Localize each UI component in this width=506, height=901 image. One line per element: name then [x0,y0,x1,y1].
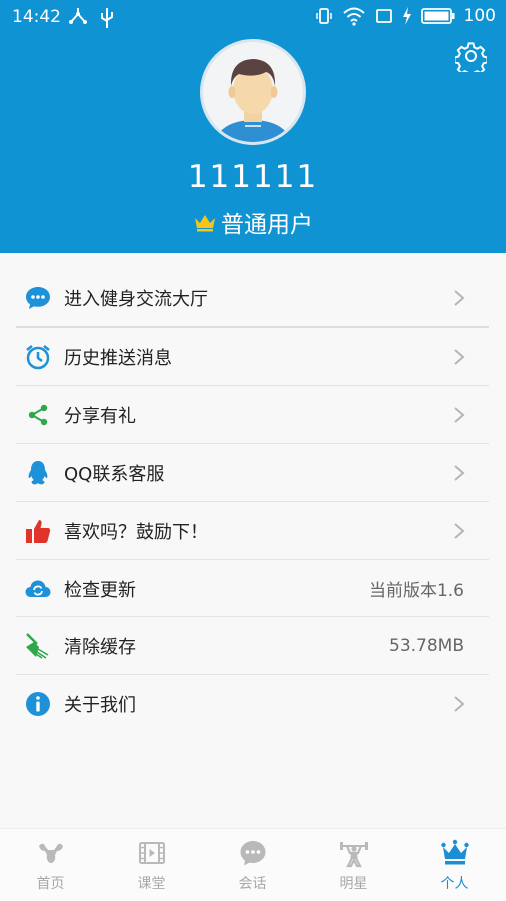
chevron-right-icon [454,523,465,539]
chevron-right-icon [454,407,465,423]
user-type: 普通用户 [0,205,506,239]
usb-icon [101,8,113,28]
avatar-illustration [217,59,289,142]
weightlifter-icon [340,842,368,868]
tab-label: 首页 [36,876,65,892]
menu-item-about[interactable]: 关于我们 [16,675,489,732]
profile-header: 14:42 100 111111 普通用户 [0,0,506,253]
app-version: 当前版本1.6 [368,581,464,601]
menu-item-label: 分享有礼 [64,405,136,427]
settings-gear-icon[interactable] [455,40,487,72]
tab-label: 会话 [238,876,267,892]
menu-item-push-history[interactable]: 历史推送消息 [16,328,489,385]
status-time: 14:42 [12,7,61,27]
menu-item-label: 进入健身交流大厅 [64,288,208,310]
broom-icon [26,633,49,659]
chevron-right-icon [454,696,465,712]
menu-item-check-update[interactable]: 检查更新 当前版本1.6 [16,560,489,617]
qq-penguin-icon [28,461,48,485]
menu-item-label: 关于我们 [64,694,136,716]
tab-label: 个人 [440,876,469,892]
menu-item-fitness-lounge[interactable]: 进入健身交流大厅 [16,269,489,326]
menu-item-label: 历史推送消息 [64,347,172,369]
usb-debug-icon [69,8,87,24]
chevron-right-icon [454,349,465,365]
share-icon [28,404,48,426]
tab-stars[interactable]: 明星 [303,829,404,901]
menu-item-label: QQ联系客服 [64,463,165,485]
user-type-label: 普通用户 [221,212,313,238]
battery-icon [420,8,455,24]
alarm-clock-icon [26,345,50,370]
tab-classroom[interactable]: 课堂 [101,829,202,901]
muscle-home-icon [39,843,63,863]
thumbs-up-icon [26,520,51,543]
vibrate-icon [315,8,332,24]
charging-icon [402,7,411,25]
tab-profile[interactable]: 个人 [404,829,505,901]
crown-icon [441,839,469,865]
avatar[interactable] [200,39,306,145]
chevron-right-icon [454,465,465,481]
battery-level: 100 [463,6,496,26]
username: 111111 [187,159,319,195]
tab-label: 课堂 [137,876,166,892]
chat-bubble-icon [26,287,50,309]
bottom-tab-bar: 首页 课堂 会话 明星 个人 [0,828,506,901]
menu-item-qq-support[interactable]: QQ联系客服 [16,444,489,501]
tab-chat[interactable]: 会话 [202,829,303,901]
film-icon [139,842,165,864]
sim-icon [375,9,392,23]
status-bar: 14:42 100 [0,0,506,34]
chevron-right-icon [454,290,465,306]
cloud-refresh-icon [25,580,51,597]
menu-item-label: 清除缓存 [64,636,136,658]
menu-item-clear-cache[interactable]: 清除缓存 53.78MB [16,617,489,674]
cache-size: 53.78MB [389,635,464,656]
chat-icon [240,841,266,866]
info-icon [26,692,50,716]
tab-label: 明星 [339,876,368,892]
menu-item-share[interactable]: 分享有礼 [16,386,489,443]
menu-item-encourage[interactable]: 喜欢吗？鼓励下！ [16,502,489,559]
menu-item-label: 检查更新 [64,579,136,601]
menu-item-label: 喜欢吗？鼓励下！ [64,521,208,543]
crown-icon [195,215,215,232]
tab-home[interactable]: 首页 [0,829,101,901]
wifi-icon [342,7,365,26]
